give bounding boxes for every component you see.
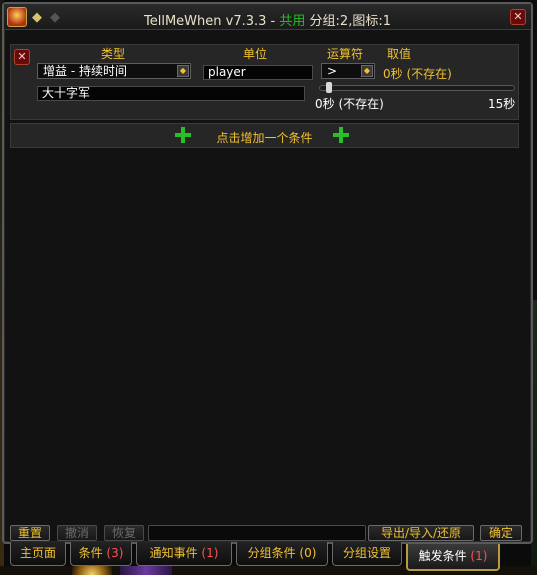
tab-conditions-count: (3)	[106, 546, 124, 560]
action-bar-gold-icon	[72, 566, 112, 575]
title-icon-index: 图标:1	[352, 14, 391, 29]
type-dropdown[interactable]: 增益 - 持续时间 ◆	[37, 63, 191, 79]
tab-group-settings[interactable]: 分组设置	[332, 542, 402, 566]
add-condition-button[interactable]: 点击增加一个条件	[10, 123, 519, 148]
title-app: TellMeWhen v7.3.3	[144, 14, 267, 29]
close-window-button[interactable]: ✕	[510, 9, 526, 25]
ok-button[interactable]: 确定	[480, 525, 522, 541]
tab-group-settings-label: 分组设置	[342, 546, 391, 560]
reset-button[interactable]: 重置	[10, 525, 50, 541]
operator-dropdown[interactable]: > ◆	[321, 63, 375, 79]
tellmewhen-window: ◆ ◆ TellMeWhen v7.3.3 - 共用 分组:2,图标:1 ✕ ✕…	[2, 2, 533, 544]
header-value: 取值	[387, 47, 412, 61]
redo-button[interactable]: 恢复	[104, 525, 144, 541]
tab-notifications[interactable]: 通知事件 (1)	[136, 542, 232, 566]
title-shared: 共用	[279, 14, 306, 29]
tab-group-conditions[interactable]: 分组条件 (0)	[236, 542, 328, 566]
plus-icon	[332, 126, 350, 144]
slider-max-label: 15秒	[488, 97, 516, 111]
slider-min-label: 0秒 (不存在)	[315, 97, 384, 111]
tab-group-conditions-count: (0)	[299, 546, 317, 560]
operator-dropdown-value: >	[327, 64, 338, 78]
button-bar-spacer	[148, 525, 366, 541]
value-slider-thumb[interactable]	[326, 82, 332, 93]
tab-trigger-conditions-label: 触发条件	[418, 549, 467, 563]
title-separator: -	[266, 14, 280, 29]
chevron-down-icon[interactable]: ◆	[177, 65, 189, 77]
header-type: 类型	[101, 47, 126, 61]
add-condition-label: 点击增加一个条件	[216, 131, 313, 145]
value-slider-track[interactable]	[319, 85, 515, 91]
window-title: TellMeWhen v7.3.3 - 共用 分组:2,图标:1	[4, 10, 531, 29]
chevron-down-icon[interactable]: ◆	[361, 65, 373, 77]
tab-conditions-label: 条件	[78, 546, 103, 560]
action-bar-purple-icon	[120, 566, 172, 575]
tab-group-conditions-label: 分组条件	[247, 546, 296, 560]
tab-conditions[interactable]: 条件 (3)	[70, 542, 132, 566]
type-dropdown-value: 增益 - 持续时间	[43, 64, 127, 78]
condition-row: ✕ 类型 单位 运算符 取值 增益 - 持续时间 ◆ player > ◆ 0秒…	[10, 44, 519, 120]
undo-button[interactable]: 撤消	[57, 525, 97, 541]
title-group: 分组:2	[305, 14, 349, 29]
unit-input[interactable]: player	[203, 65, 313, 80]
tab-trigger-conditions[interactable]: 触发条件 (1)	[406, 544, 500, 571]
header-unit: 单位	[243, 47, 268, 61]
name-input[interactable]: 大十字军	[37, 86, 305, 101]
value-display: 0秒 (不存在)	[383, 67, 452, 81]
tab-notifications-count: (1)	[201, 546, 219, 560]
export-import-restore-button[interactable]: 导出/导入/还原	[368, 525, 474, 541]
tab-main-label: 主页面	[19, 546, 56, 560]
tab-notifications-label: 通知事件	[149, 546, 198, 560]
header-operator: 运算符	[327, 47, 364, 61]
tab-trigger-conditions-count: (1)	[470, 549, 488, 563]
remove-condition-button[interactable]: ✕	[14, 49, 30, 65]
tab-main[interactable]: 主页面	[10, 542, 66, 566]
title-bar[interactable]: ◆ ◆ TellMeWhen v7.3.3 - 共用 分组:2,图标:1 ✕	[4, 4, 531, 30]
